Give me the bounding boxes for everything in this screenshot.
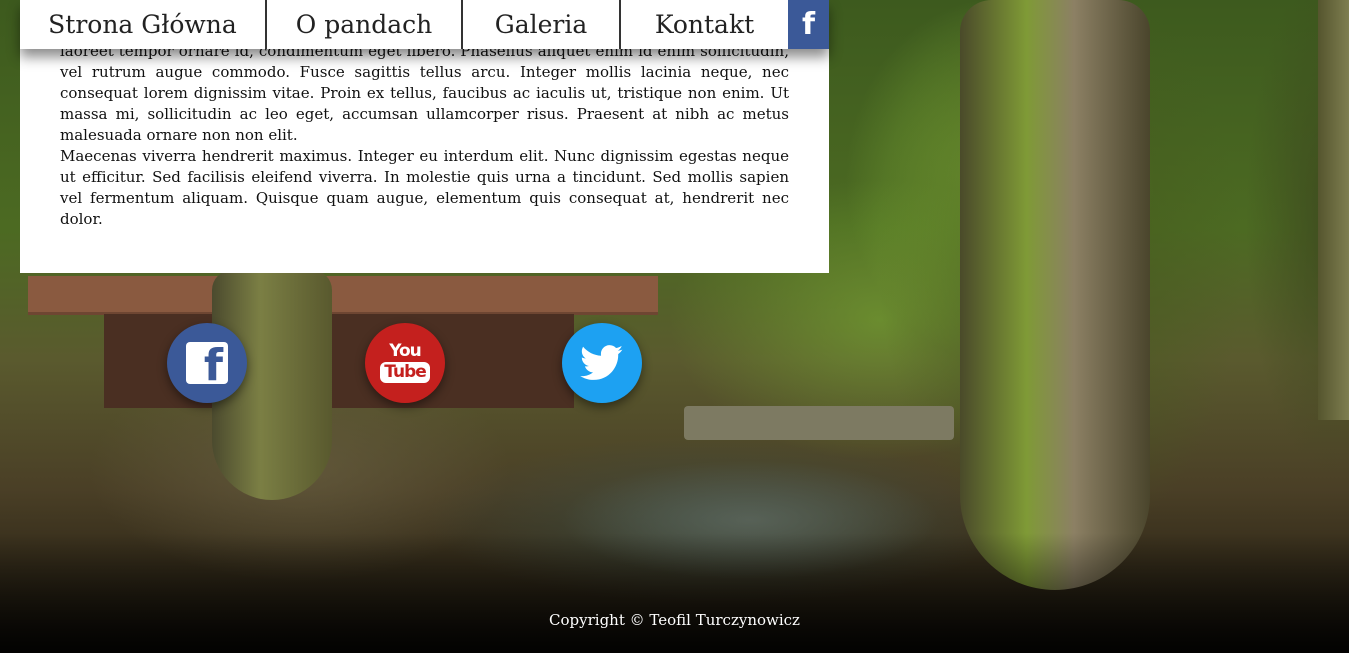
cabin — [28, 276, 658, 408]
content-paragraph-1: laoreet tempor ornare id, condimentum eg… — [60, 42, 789, 144]
facebook-nav-button[interactable]: f — [788, 0, 829, 49]
stone-bridge — [684, 406, 954, 440]
tree-trunk-edge — [1318, 0, 1349, 420]
tree-trunk-right — [960, 0, 1150, 590]
nav-item-home[interactable]: Strona Główna — [20, 0, 267, 49]
nav-item-about-pandas[interactable]: O pandach — [267, 0, 463, 49]
facebook-icon: f — [801, 7, 816, 42]
facebook-icon: f — [186, 342, 228, 388]
twitter-social-button[interactable] — [562, 323, 642, 403]
main-nav: Strona Główna O pandach Galeria Kontakt … — [20, 0, 829, 49]
facebook-social-button[interactable]: f — [167, 323, 247, 403]
nav-item-gallery[interactable]: Galeria — [463, 0, 621, 49]
twitter-icon — [580, 345, 623, 380]
youtube-social-button[interactable]: You Tube — [365, 323, 445, 403]
nav-item-contact[interactable]: Kontakt — [621, 0, 788, 49]
content-paragraph-2: Maecenas viverra hendrerit maximus. Inte… — [60, 147, 789, 228]
youtube-icon: You Tube — [380, 343, 430, 383]
bottom-shade — [0, 533, 1349, 653]
footer-copyright: Copyright © Teofil Turczynowicz — [549, 611, 800, 629]
